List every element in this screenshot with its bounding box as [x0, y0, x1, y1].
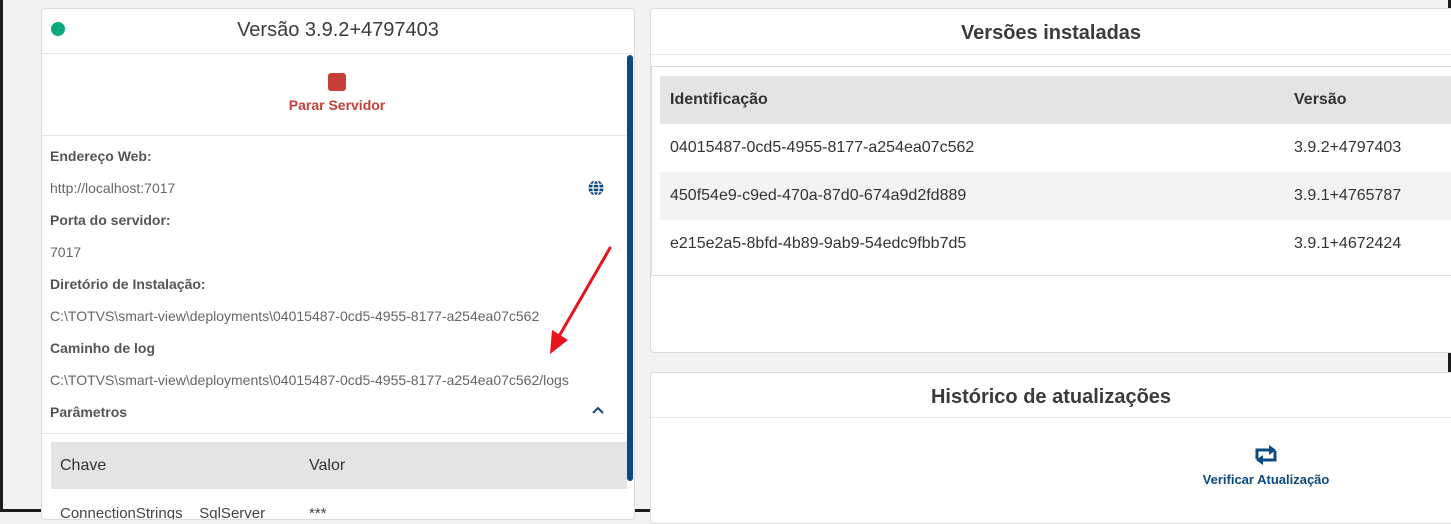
stop-icon — [328, 73, 346, 91]
row-id: 450f54e9-c9ed-470a-87d0-674a9d2fd889 — [670, 187, 967, 204]
col-versao: Versão — [1294, 91, 1347, 108]
table-row[interactable]: 04015487-0cd5-4955-8177-a254ea07c562 3.9… — [660, 124, 1451, 172]
table-row[interactable]: e215e2a5-8bfd-4b89-9ab9-54edc9fbb7d5 3.9… — [660, 220, 1451, 268]
section-divider — [42, 135, 626, 136]
install-dir-value: C:\TOTVS\smart-view\deployments\04015487… — [50, 308, 540, 324]
port-value: 7017 — [50, 244, 82, 260]
check-update-button[interactable]: Verificar Atualização — [1191, 443, 1341, 493]
row-version: 3.9.1+4672424 — [1294, 235, 1402, 252]
stop-server-label: Parar Servidor — [288, 97, 386, 113]
server-version-title: Versão 3.9.2+4797403 — [237, 19, 439, 41]
col-identificacao: Identificação — [670, 91, 768, 108]
web-address-value: http://localhost:7017 — [50, 180, 176, 196]
log-path-label: Caminho de log — [50, 340, 155, 356]
table-row[interactable]: 450f54e9-c9ed-470a-87d0-674a9d2fd889 3.9… — [660, 172, 1451, 220]
params-table-header: Chave Valor — [51, 442, 627, 489]
row-version: 3.9.2+4797403 — [1294, 139, 1402, 156]
installed-versions-card: Versões instaladas Identificação Versão … — [650, 8, 1451, 353]
install-dir-label: Diretório de Instalação: — [50, 276, 206, 292]
globe-icon[interactable] — [587, 179, 605, 197]
params-divider — [42, 433, 626, 434]
update-history-card: Histórico de atualizações Verificar Atua… — [650, 372, 1451, 524]
title-divider — [651, 417, 1451, 418]
params-col-key: Chave — [60, 457, 107, 474]
log-path-value: C:\TOTVS\smart-view\deployments\04015487… — [50, 372, 569, 388]
update-history-title: Histórico de atualizações — [930, 386, 1172, 408]
params-col-value: Valor — [309, 457, 346, 474]
check-update-label: Verificar Atualização — [1202, 472, 1330, 487]
table-header: Identificação Versão — [660, 76, 1451, 124]
param-value: *** — [309, 505, 327, 520]
scrollbar[interactable] — [627, 55, 633, 481]
web-address-label: Endereço Web: — [50, 148, 152, 164]
installed-versions-title: Versões instaladas — [960, 22, 1142, 44]
table-row: ConnectionStrings__SqlServer *** — [51, 499, 627, 520]
chevron-up-icon[interactable] — [590, 403, 606, 419]
window-frame-left — [0, 0, 3, 512]
stop-server-button[interactable]: Parar Servidor — [282, 71, 392, 121]
port-label: Porta do servidor: — [50, 212, 171, 228]
refresh-icon — [1255, 445, 1277, 465]
installed-versions-table: Identificação Versão 04015487-0cd5-4955-… — [651, 66, 1451, 276]
params-label: Parâmetros — [50, 404, 128, 420]
row-id: e215e2a5-8bfd-4b89-9ab9-54edc9fbb7d5 — [670, 235, 967, 252]
row-version: 3.9.1+4765787 — [1294, 187, 1402, 204]
row-id: 04015487-0cd5-4955-8177-a254ea07c562 — [670, 139, 975, 156]
header-divider — [42, 53, 634, 54]
param-key: ConnectionStrings__SqlServer — [60, 505, 266, 520]
title-divider — [651, 54, 1451, 55]
annotation-arrow — [550, 246, 612, 354]
